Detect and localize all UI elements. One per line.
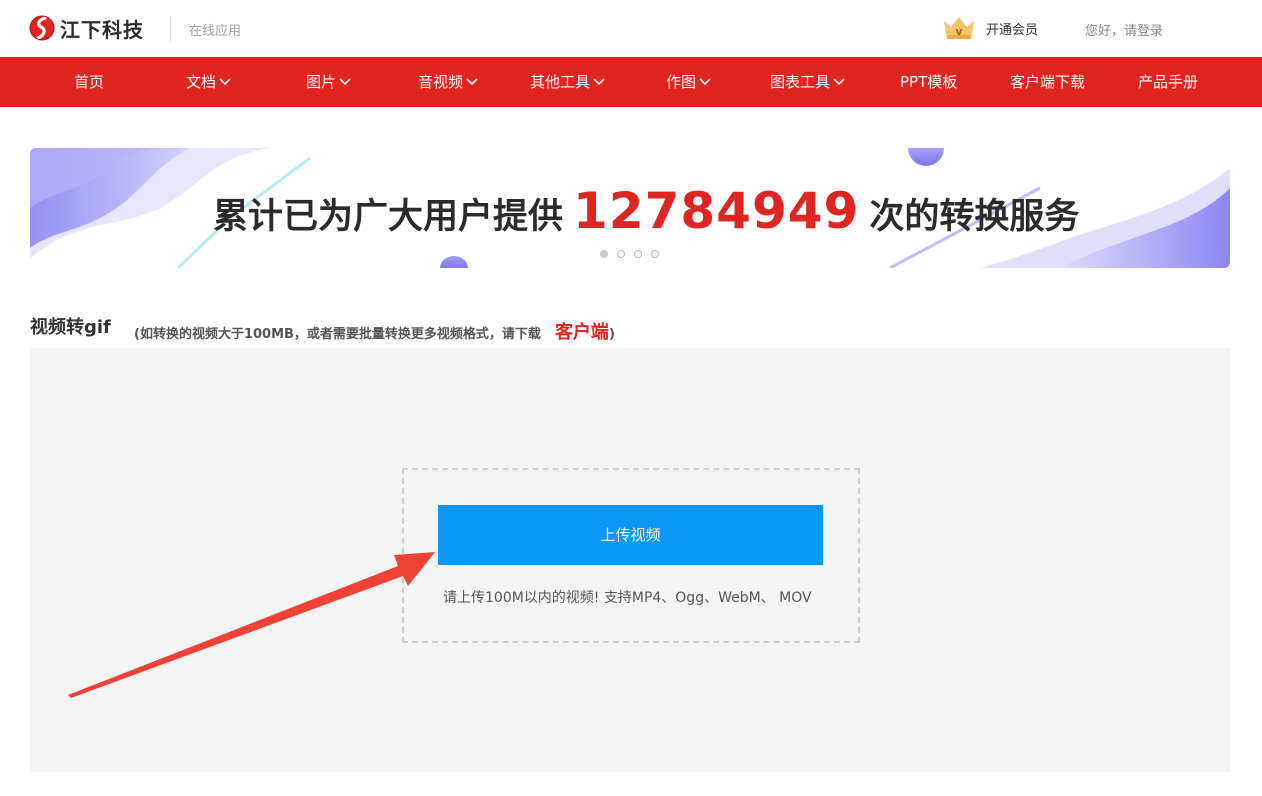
nav-item-manual[interactable]: 产品手册: [1138, 57, 1198, 107]
brand-logo-icon: [29, 15, 55, 41]
nav-item-audio-video[interactable]: 音视频: [418, 57, 478, 107]
brand-name: 江下科技: [60, 17, 144, 42]
chevron-down-icon: [593, 78, 605, 86]
nav-item-ppt-templates[interactable]: PPT模板: [900, 57, 957, 107]
main-nav: 首页 文档 图片 音视频 其他工具 作图 图表工具 PPT模板 客户端下载 产品…: [0, 57, 1262, 107]
nav-item-docs[interactable]: 文档: [186, 57, 231, 107]
carousel-dot[interactable]: [634, 250, 642, 258]
client-download-link[interactable]: 客户端: [555, 318, 609, 344]
header-divider: [170, 16, 171, 42]
nav-label: 作图: [666, 73, 697, 91]
upload-video-button[interactable]: 上传视频: [438, 505, 823, 565]
chevron-down-icon: [219, 78, 231, 86]
banner-headline: 累计已为广大用户提供 12784949 次的转换服务: [213, 182, 1079, 240]
upload-hint: 请上传100M以内的视频! 支持MP4、Ogg、WebM、 MOV: [443, 590, 812, 606]
crown-icon: v: [944, 17, 974, 39]
banner-count: 12784949: [573, 182, 860, 240]
tool-note: (如转换的视频大于100MB，或者需要批量转换更多视频格式，请下载 客户端 ): [134, 318, 615, 344]
chevron-down-icon: [833, 78, 845, 86]
tool-note-text: (如转换的视频大于100MB，或者需要批量转换更多视频格式，请下载: [134, 327, 541, 342]
header-subtitle: 在线应用: [189, 24, 242, 39]
nav-label: 其他工具: [530, 73, 591, 91]
nav-label: 产品手册: [1138, 73, 1199, 91]
nav-label: 音视频: [418, 73, 464, 91]
nav-item-drawing[interactable]: 作图: [666, 57, 711, 107]
chevron-down-icon: [466, 78, 478, 86]
nav-label: 图片: [306, 73, 337, 91]
carousel-dot[interactable]: [600, 250, 608, 258]
nav-label: 首页: [74, 73, 105, 91]
chevron-down-icon: [339, 78, 351, 86]
vip-button[interactable]: v 开通会员: [942, 15, 1038, 41]
tool-title: 视频转gif: [30, 317, 111, 338]
brand-logo[interactable]: 江下科技: [29, 13, 144, 43]
nav-label: PPT模板: [900, 73, 958, 91]
login-link[interactable]: 您好，请登录: [1085, 20, 1163, 39]
nav-item-home[interactable]: 首页: [74, 57, 104, 107]
nav-item-client-download[interactable]: 客户端下载: [1010, 57, 1085, 107]
banner-prefix: 累计已为广大用户提供: [213, 197, 564, 237]
carousel-dots: [600, 250, 659, 258]
vip-label: 开通会员: [986, 22, 1039, 38]
nav-label: 文档: [186, 73, 217, 91]
nav-label: 图表工具: [770, 73, 831, 91]
tool-note-close: ): [608, 327, 615, 342]
nav-label: 客户端下载: [1010, 73, 1086, 91]
carousel-dot[interactable]: [651, 250, 659, 258]
svg-text:v: v: [955, 25, 963, 38]
nav-item-other-tools[interactable]: 其他工具: [530, 57, 605, 107]
chevron-down-icon: [699, 78, 711, 86]
carousel-dot[interactable]: [617, 250, 625, 258]
banner-suffix: 次的转换服务: [869, 197, 1080, 237]
nav-item-images[interactable]: 图片: [306, 57, 351, 107]
top-header: 江下科技 在线应用 v 开通会员 您好，请登录: [0, 0, 1262, 57]
nav-item-chart-tools[interactable]: 图表工具: [770, 57, 845, 107]
